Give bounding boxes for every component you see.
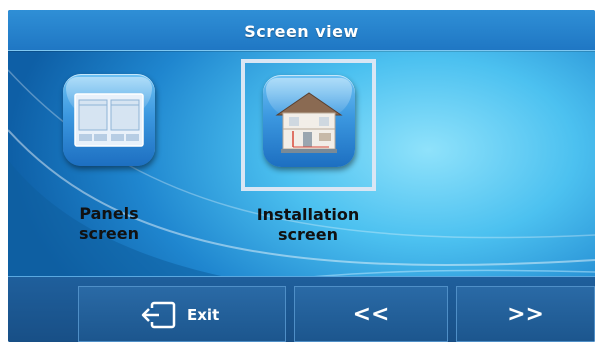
panels-screen-label: Panels screen <box>79 204 139 243</box>
panels-screen-icon <box>74 93 144 147</box>
installation-screen-button[interactable] <box>263 75 355 167</box>
header-bar: Screen view <box>8 10 595 51</box>
page-title: Screen view <box>244 22 359 41</box>
exit-door-icon <box>141 301 176 329</box>
next-button-label: >> <box>507 302 544 327</box>
exit-button[interactable]: Exit <box>78 286 286 342</box>
previous-button[interactable]: << <box>294 286 448 342</box>
screen-view-window: Screen view Panels screen Installation s… <box>8 10 595 342</box>
house-installation-icon <box>275 92 343 153</box>
panels-screen-button[interactable] <box>63 74 155 166</box>
exit-button-label: Exit <box>187 306 220 324</box>
installation-screen-label: Installation screen <box>256 205 360 244</box>
previous-button-label: << <box>352 302 390 327</box>
next-button[interactable]: >> <box>456 286 595 342</box>
